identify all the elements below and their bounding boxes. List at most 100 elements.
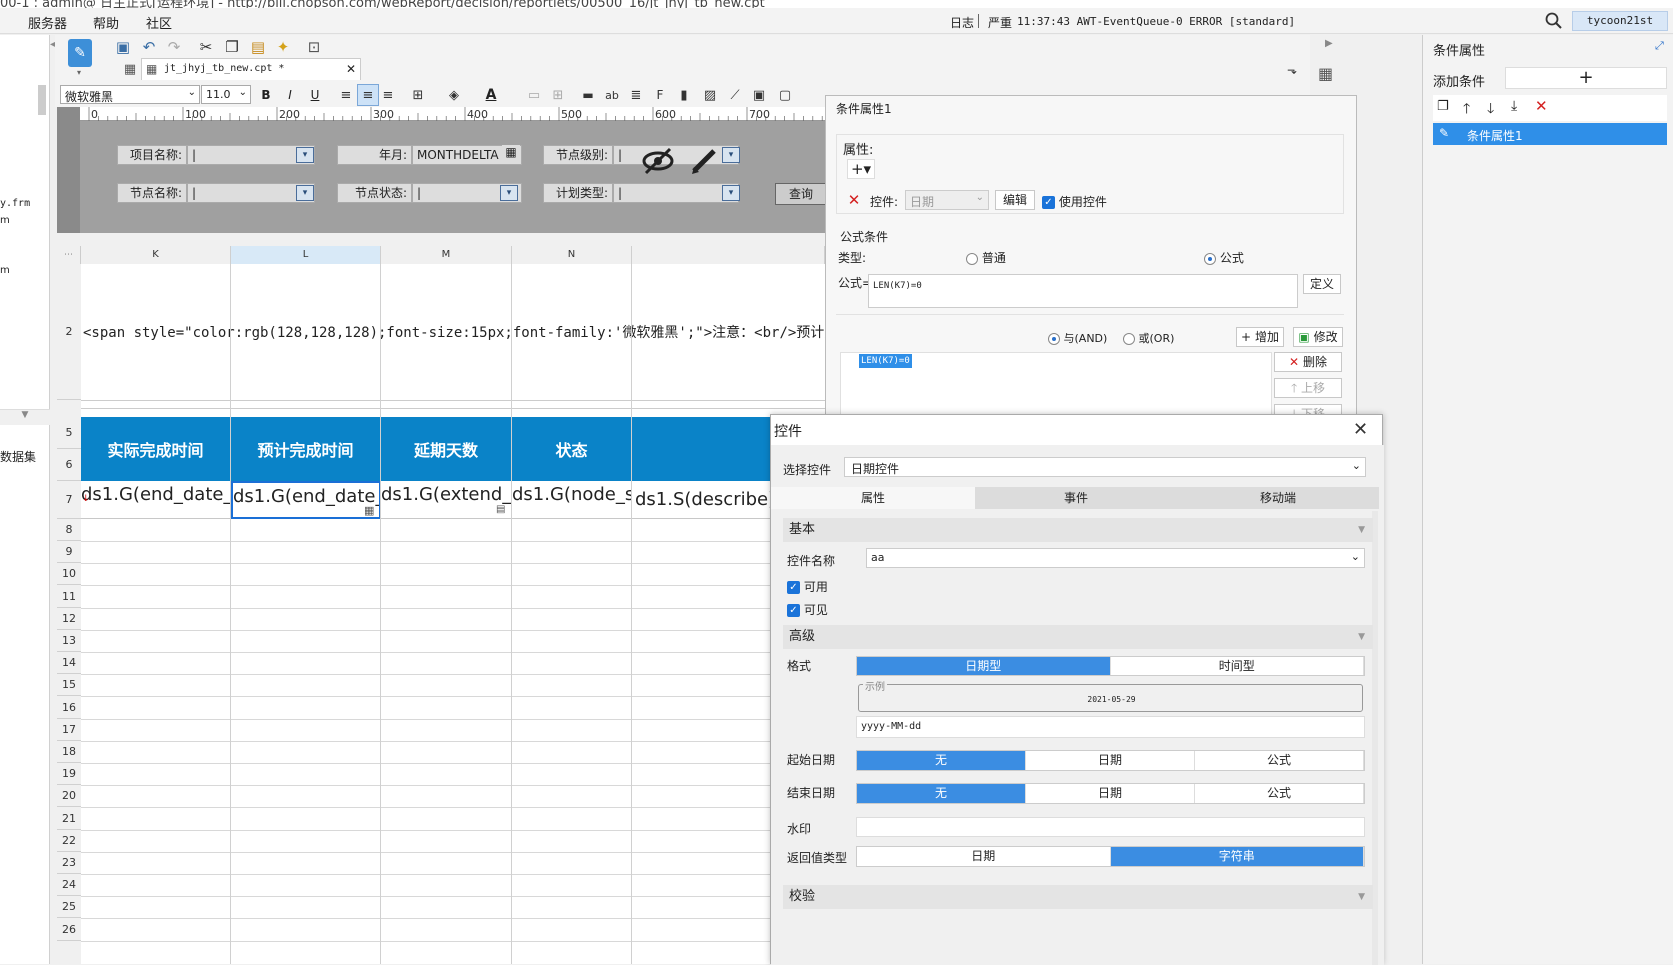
and-radio[interactable]: 与(AND) [1048, 330, 1107, 346]
condition-item[interactable]: LEN(K7)=0 [859, 354, 912, 368]
left-item[interactable]: y.frm [0, 198, 30, 209]
move-bottom-icon[interactable]: ⤓ [1511, 98, 1517, 114]
row2-html-cell[interactable]: <span style="color:rgb(128,128,128);font… [83, 322, 825, 342]
bold-button[interactable]: B [255, 84, 277, 106]
section-validate[interactable]: 校验 ▼ [783, 885, 1373, 909]
modify-button[interactable]: ▣ 修改 [1293, 327, 1343, 347]
use-control-checkbox[interactable]: ✓ 使用控件 [1042, 193, 1107, 210]
param-combo-btn[interactable]: ▾ [722, 185, 740, 201]
log-label[interactable]: 日志 [950, 14, 974, 31]
add-attr-button[interactable]: +▾ [847, 159, 875, 179]
start-formula-option[interactable]: 公式 [1195, 751, 1364, 770]
query-button[interactable]: 查询 [775, 183, 827, 205]
cut-icon[interactable]: ✂ [195, 36, 217, 58]
type-normal-radio[interactable]: 普通 [966, 249, 1006, 266]
column-header-o[interactable] [632, 246, 825, 264]
tab-properties[interactable]: 属性 [771, 487, 975, 509]
document-tab[interactable]: ▦ jt_jhyj_tb_new.cpt * ✕ [141, 58, 361, 80]
left-item[interactable]: m [0, 265, 10, 276]
row-header[interactable]: 10 [57, 563, 81, 586]
grid-icon[interactable]: ▦ [119, 58, 141, 80]
italic-button[interactable]: I [279, 84, 301, 106]
enabled-checkbox[interactable]: ✓ 可用 [787, 578, 828, 595]
row-header[interactable]: 8 [57, 519, 81, 541]
copy-icon[interactable]: ❐ [1437, 99, 1449, 114]
format-painter-icon[interactable]: ✦ [272, 36, 294, 58]
row-header[interactable]: 12 [57, 607, 81, 630]
add-button[interactable]: + 增加 [1236, 327, 1284, 347]
frame-icon[interactable]: ▢ [774, 84, 796, 106]
row-header[interactable]: 5 [57, 417, 81, 449]
type-formula-radio[interactable]: 公式 [1204, 249, 1244, 266]
tab-mobile[interactable]: 移动端 [1177, 487, 1379, 509]
param-combo-btn[interactable]: ▾ [722, 147, 740, 163]
row-header[interactable]: 17 [57, 718, 81, 741]
move-up-button[interactable]: 🡑 上移 [1274, 378, 1342, 398]
start-date-option[interactable]: 日期 [1026, 751, 1195, 770]
panel-pin-icon[interactable]: ⤢ [1655, 39, 1664, 53]
row-header[interactable]: 19 [57, 763, 81, 786]
header-status[interactable]: 状态 [512, 417, 632, 481]
row-header[interactable]: 18 [57, 741, 81, 763]
param-combo-btn[interactable]: ▾ [500, 185, 518, 201]
font-color-icon[interactable]: A [480, 84, 502, 106]
column-header-m[interactable]: M [381, 246, 512, 264]
format-date-option[interactable]: 日期型 [857, 657, 1111, 675]
menu-help[interactable]: 帮助 [93, 13, 119, 32]
remove-attr-icon[interactable]: ✕ [845, 191, 863, 209]
cell-l7[interactable]: ds1.G(end_date_pre) [231, 481, 381, 519]
end-date-option[interactable]: 日期 [1026, 784, 1195, 803]
left-item[interactable]: m [0, 215, 10, 226]
header-delay-days[interactable]: 延期天数 [381, 417, 512, 481]
cell-m7[interactable]: ds1.G(extend_day) [381, 481, 512, 519]
select-control-dropdown[interactable]: 日期控件 ⌄ [844, 457, 1366, 477]
row-header[interactable]: 23 [57, 852, 81, 874]
row-header[interactable]: 2 [57, 264, 81, 400]
header-planned-date[interactable]: 预计完成时间 [231, 417, 381, 481]
text-icon[interactable]: ab [601, 84, 623, 106]
row-header[interactable]: 13 [57, 630, 81, 652]
param-field-plan[interactable]: | [613, 183, 739, 203]
header-actual-date[interactable]: 实际完成时间 [81, 417, 231, 481]
new-report-icon[interactable]: ✎ [68, 39, 92, 67]
merge-icon[interactable]: ▭ [523, 84, 545, 106]
format-time-option[interactable]: 时间型 [1111, 657, 1364, 675]
user-button[interactable]: tycoon21st [1572, 11, 1668, 31]
cell-n7[interactable]: ds1.G(node_status) [512, 481, 632, 519]
undo-icon[interactable]: ↶ [138, 36, 160, 58]
align-right-icon[interactable]: ≡ [377, 84, 399, 106]
formula-icon[interactable]: F [649, 84, 671, 106]
row-header[interactable]: 7 [57, 481, 81, 519]
column-header-k[interactable]: K [81, 246, 231, 264]
return-date-option[interactable]: 日期 [857, 847, 1111, 866]
menu-community[interactable]: 社区 [146, 13, 172, 32]
wrap-icon[interactable]: ▬ [577, 84, 599, 106]
param-combo-btn[interactable]: ▾ [296, 147, 314, 163]
control-name-input[interactable]: aa ⌄ [866, 548, 1365, 568]
arrow-up-icon[interactable]: 🡑 [1463, 98, 1470, 122]
row-header[interactable]: 9 [57, 541, 81, 564]
chart-icon[interactable]: ▮ [673, 84, 695, 106]
paste-icon[interactable]: ▤ [247, 36, 269, 58]
tab-menu-icon[interactable]: ⬎ [1287, 63, 1297, 77]
row-header[interactable]: 11 [57, 585, 81, 608]
save-icon[interactable]: ▣ [112, 36, 134, 58]
left-scrollbar[interactable] [38, 85, 46, 115]
preview-icon[interactable]: ⊡ [303, 36, 325, 58]
section-basic[interactable]: 基本 ▼ [783, 518, 1373, 542]
edit-pencil-icon[interactable] [690, 145, 720, 175]
row-header[interactable]: 14 [57, 652, 81, 675]
calendar-icon[interactable]: ▦ [502, 145, 520, 163]
image-icon[interactable]: ▨ [699, 84, 721, 106]
align-left-icon[interactable]: ≡ [335, 84, 357, 106]
subreport-icon[interactable]: ▣ [748, 84, 770, 106]
underline-button[interactable]: U [304, 84, 326, 106]
condition-list-item[interactable]: ✎ 条件属性1 [1433, 123, 1667, 145]
watermark-input[interactable] [856, 817, 1365, 837]
redo-icon[interactable]: ↷ [163, 36, 185, 58]
param-combo-btn[interactable]: ▾ [296, 185, 314, 201]
or-radio[interactable]: 或(OR) [1123, 330, 1174, 346]
arrow-down-icon[interactable]: 🡓 [1487, 98, 1494, 122]
border-icon[interactable]: ⊞ [407, 84, 429, 106]
font-size-select[interactable]: 11.0 ⌄ [201, 85, 251, 104]
